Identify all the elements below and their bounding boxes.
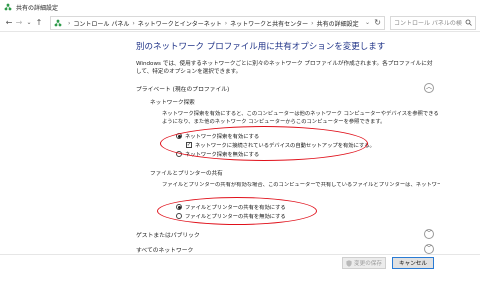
footer-divider: [0, 254, 480, 255]
profile-label: プライベート (現在のプロファイル): [136, 86, 230, 93]
profile-label: すべてのネットワーク: [136, 247, 194, 254]
control-panel-icon: [54, 19, 62, 27]
network-icon: [4, 3, 12, 11]
network-discovery-description: ネットワーク探索を有効にすると、このコンピューターは他のネットワーク コンピュー…: [162, 111, 439, 125]
back-arrow-icon[interactable]: ←: [4, 16, 14, 30]
breadcrumb-separator: ›: [311, 19, 314, 27]
profile-label: ゲストまたはパブリック: [136, 232, 200, 239]
profile-private-header[interactable]: プライベート (現在のプロファイル): [136, 82, 436, 94]
shield-icon: [346, 259, 352, 267]
section-heading-network-discovery: ネットワーク探索: [150, 100, 195, 106]
breadcrumb-network-sharing-center[interactable]: ネットワークと共有センター: [230, 19, 308, 28]
breadcrumb[interactable]: › コントロール パネル › ネットワークとインターネット › ネットワークと共…: [50, 16, 385, 30]
cancel-button[interactable]: キャンセル: [392, 257, 434, 269]
save-changes-button[interactable]: 変更の保存: [342, 257, 386, 269]
collapse-chevron-icon[interactable]: ︿: [424, 83, 434, 93]
page-description: Windows では、使用するネットワークごとに別々のネットワーク プロファイル…: [136, 61, 433, 75]
expand-chevron-icon[interactable]: ﹀: [424, 229, 434, 239]
address-bar: ← → ⌄ ↑ › コントロール パネル › ネットワークとインターネット › …: [0, 14, 480, 32]
page-title: 別のネットワーク プロファイル用に共有オプションを変更します: [136, 42, 386, 52]
up-arrow-icon[interactable]: ↑: [34, 16, 44, 30]
breadcrumb-control-panel[interactable]: コントロール パネル: [73, 19, 129, 28]
cancel-button-label: キャンセル: [399, 261, 427, 267]
breadcrumb-network-internet[interactable]: ネットワークとインターネット: [138, 19, 222, 28]
expand-chevron-icon[interactable]: ﹀: [424, 244, 434, 254]
highlight-oval: [157, 197, 317, 225]
search-box[interactable]: [390, 16, 476, 30]
address-dropdown-icon[interactable]: ⌄: [365, 19, 370, 26]
breadcrumb-advanced-sharing[interactable]: 共有の詳細設定: [317, 19, 359, 28]
refresh-icon[interactable]: ↻: [374, 18, 381, 27]
window-title: 共有の詳細設定: [16, 4, 59, 12]
search-input[interactable]: [394, 19, 462, 27]
search-icon: [465, 19, 472, 28]
save-button-label: 変更の保存: [354, 261, 382, 267]
profile-guest-header[interactable]: ゲストまたはパブリック: [136, 228, 436, 240]
breadcrumb-separator: ›: [68, 19, 71, 27]
highlight-oval: [160, 126, 368, 161]
breadcrumb-separator: ›: [132, 19, 135, 27]
forward-arrow-icon[interactable]: →: [14, 16, 24, 30]
file-sharing-description: ファイルとプリンターの共有が有効な場合、このコンピューターで共有しているファイル…: [162, 182, 440, 188]
title-bar: 共有の詳細設定: [0, 0, 480, 14]
section-heading-file-printer-sharing: ファイルとプリンターの共有: [150, 171, 223, 177]
recent-dropdown-icon[interactable]: ⌄: [24, 16, 34, 30]
breadcrumb-separator: ›: [224, 19, 228, 27]
